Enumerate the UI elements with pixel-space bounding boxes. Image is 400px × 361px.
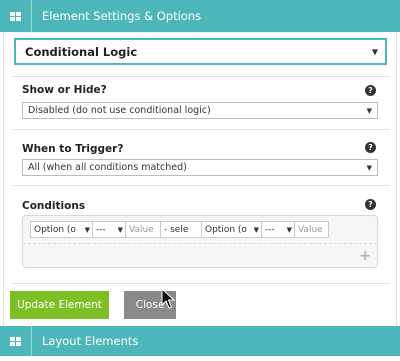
condition-value-input[interactable]: Value [294, 221, 329, 238]
add-condition-plus-icon[interactable]: + [359, 249, 371, 263]
condition-operator-select[interactable]: --- ▼ [261, 221, 294, 238]
divider [23, 243, 377, 244]
condition-value-input[interactable]: Value [125, 221, 160, 238]
caret-down-icon: ▼ [116, 225, 123, 234]
caret-down-icon: ▼ [252, 225, 259, 234]
help-icon[interactable]: ? [365, 85, 376, 96]
trigger-select[interactable]: All (when all conditions matched) ▼ [22, 159, 378, 176]
trigger-value: All (when all conditions matched) [28, 162, 187, 173]
help-icon[interactable]: ? [365, 199, 376, 210]
layout-header-icon-box [0, 326, 32, 356]
settings-category-value: Conditional Logic [25, 44, 138, 59]
conditions-label: Conditions [22, 200, 86, 212]
layout-elements-title: Layout Elements [42, 334, 139, 348]
condition-row: Option (o ▼ --- ▼ Value - sele Option (o… [30, 221, 329, 238]
help-icon[interactable]: ? [365, 142, 376, 153]
trigger-label: When to Trigger? [22, 143, 124, 155]
condition-field-select[interactable]: Option (o ▼ [30, 221, 92, 238]
divider [12, 185, 390, 186]
settings-panel-title: Element Settings & Options [42, 9, 202, 23]
show-hide-value: Disabled (do not use conditional logic) [28, 105, 211, 116]
grid-icon [10, 336, 21, 346]
divider [12, 76, 390, 77]
condition-connector-select[interactable]: - sele [160, 221, 201, 238]
settings-header-icon-box [0, 0, 32, 32]
condition-field-select[interactable]: Option (o ▼ [201, 221, 261, 238]
show-hide-select[interactable]: Disabled (do not use conditional logic) … [22, 102, 378, 119]
divider [12, 129, 390, 130]
caret-down-icon: ▼ [83, 225, 90, 234]
caret-down-icon: ▼ [366, 163, 372, 172]
mouse-cursor-icon [161, 288, 175, 309]
settings-category-select[interactable]: Conditional Logic ▼ [14, 38, 387, 65]
show-hide-label: Show or Hide? [22, 84, 107, 96]
caret-down-icon: ▼ [366, 106, 372, 115]
caret-down-icon: ▼ [285, 225, 292, 234]
caret-down-icon: ▼ [371, 47, 378, 56]
layout-elements-header[interactable]: Layout Elements [0, 326, 400, 356]
settings-panel-header[interactable]: Element Settings & Options [0, 0, 400, 32]
divider [12, 283, 390, 284]
conditions-box: Option (o ▼ --- ▼ Value - sele Option (o… [22, 215, 378, 268]
grid-icon [10, 11, 21, 21]
settings-panel-body: Conditional Logic ▼ Show or Hide? ? Disa… [3, 32, 397, 326]
condition-operator-select[interactable]: --- ▼ [92, 221, 125, 238]
update-element-button[interactable]: Update Element [10, 291, 109, 319]
